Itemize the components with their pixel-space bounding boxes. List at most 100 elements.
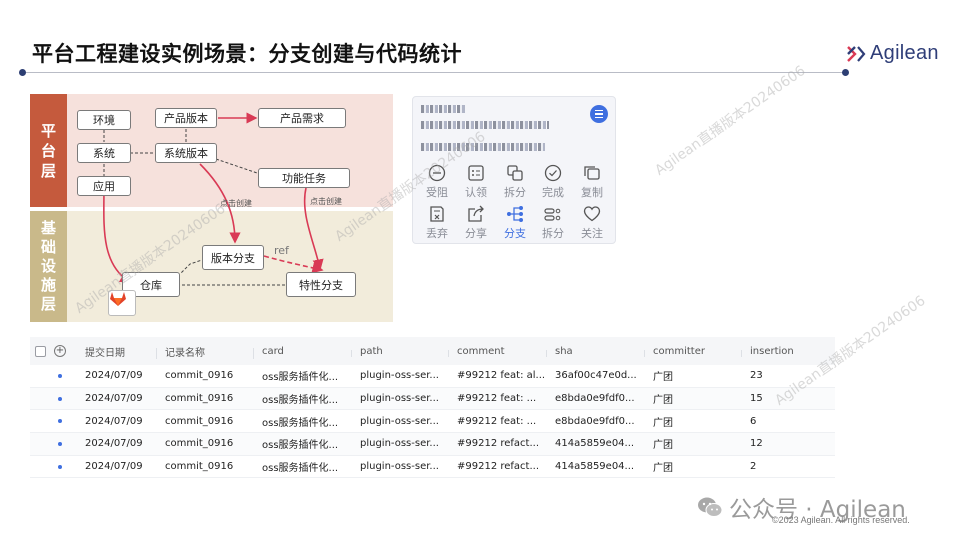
table-cell: 2024/07/09	[85, 370, 143, 382]
claim-icon	[468, 165, 484, 181]
table-cell: 36af00c47e0d...	[555, 370, 637, 382]
row-status-dot	[30, 373, 77, 378]
table-cell: oss服务插件化...	[262, 440, 339, 452]
action-branch[interactable]: 分支	[497, 205, 533, 241]
divider-dot-right	[842, 69, 849, 76]
wechat-icon	[698, 497, 723, 517]
action-follow[interactable]: 关注	[574, 205, 610, 241]
action-claim[interactable]: 认领	[458, 164, 494, 200]
blurred-text	[421, 121, 549, 129]
table-cell: 6	[750, 415, 757, 427]
action-share[interactable]: 分享	[458, 205, 494, 241]
table-row[interactable]: 2024/07/09 commit_0916 oss服务插件化... plugin-o…	[30, 387, 835, 411]
split-icon	[507, 165, 523, 181]
copyright-text: ©2023 Agilean. All rights reserved.	[772, 515, 910, 525]
table-cell: #99212 refact...	[457, 438, 540, 450]
table-row[interactable]: 2024/07/09 commit_0916 oss服务插件化... plugin-o…	[30, 433, 835, 456]
table-row[interactable]: 2024/07/09 commit_0916 oss服务插件化... plugin-o…	[30, 365, 835, 388]
row-status-dot	[30, 419, 77, 424]
table-cell: 广团	[653, 372, 673, 384]
column-header[interactable]: comment	[449, 346, 547, 357]
heart-icon	[583, 206, 601, 222]
check-circle-icon	[544, 164, 562, 182]
action-split[interactable]: 拆分	[497, 164, 533, 200]
node-feature-task: 功能任务	[258, 168, 350, 188]
action-split-alt[interactable]: 拆分	[535, 205, 571, 241]
commit-table: + 提交日期 记录名称 card path comment sha commit…	[30, 337, 835, 479]
table-header: + 提交日期 记录名称 card path comment sha commit…	[30, 337, 835, 365]
table-cell: #99212 feat: ...	[457, 393, 537, 405]
table-cell: commit_0916	[165, 393, 234, 405]
column-header[interactable]: card	[254, 346, 352, 357]
table-cell: 2024/07/09	[85, 438, 143, 450]
table-cell: #99212 feat: al...	[457, 370, 546, 382]
table-cell: 414a5859e04...	[555, 438, 635, 450]
node-env: 环境	[77, 110, 131, 130]
table-cell: 2	[750, 461, 757, 473]
table-cell: commit_0916	[165, 415, 234, 427]
agilean-logo: Agilean	[846, 42, 939, 65]
node-version-branch: 版本分支	[202, 245, 264, 270]
table-cell: 2024/07/09	[85, 393, 143, 405]
column-header[interactable]: path	[352, 346, 449, 357]
table-cell: 广团	[653, 395, 673, 407]
node-system: 系统	[77, 143, 131, 163]
table-cell: e8bda0e9fdf0...	[555, 393, 635, 405]
table-row[interactable]: 2024/07/09 commit_0916 oss服务插件化... plugin-o…	[30, 410, 835, 434]
table-cell: 广团	[653, 417, 673, 429]
table-cell: 2024/07/09	[85, 415, 143, 427]
row-status-dot	[30, 464, 77, 469]
table-cell: commit_0916	[165, 461, 234, 473]
column-header[interactable]: 提交日期	[77, 344, 157, 359]
page-title: 平台工程建设实例场景：分支创建与代码统计	[32, 42, 462, 66]
action-discard[interactable]: 丢弃	[419, 205, 455, 241]
table-cell: e8bda0e9fdf0...	[555, 415, 635, 427]
logo-text: Agilean	[870, 42, 939, 64]
node-feature-branch: 特性分支	[286, 272, 356, 297]
table-cell: oss服务插件化...	[262, 372, 339, 384]
table-cell: oss服务插件化...	[262, 463, 339, 475]
discard-icon	[430, 206, 444, 222]
table-cell: 12	[750, 438, 763, 450]
table-cell: plugin-oss-ser...	[360, 438, 439, 450]
table-cell: #99212 feat: ...	[457, 415, 537, 427]
table-cell: 2024/07/09	[85, 461, 143, 473]
add-column-icon[interactable]: +	[52, 345, 77, 357]
table-cell: oss服务插件化...	[262, 395, 339, 407]
menu-icon[interactable]	[590, 105, 608, 123]
table-body: 2024/07/09 commit_0916 oss服务插件化... plugin-o…	[30, 365, 835, 479]
split-alt-icon	[544, 208, 561, 221]
edge-label-ref: ref	[274, 244, 289, 257]
node-app: 应用	[77, 176, 131, 196]
table-cell: oss服务插件化...	[262, 417, 339, 429]
table-cell: #99212 refact...	[457, 461, 540, 473]
branch-icon	[507, 206, 523, 222]
table-row[interactable]: 2024/07/09 commit_0916 oss服务插件化... plugin-o…	[30, 456, 835, 479]
column-header[interactable]: 记录名称	[157, 344, 254, 359]
node-product-version: 产品版本	[155, 108, 217, 128]
blurred-text	[421, 105, 465, 113]
select-all-checkbox[interactable]	[30, 345, 52, 357]
table-cell: commit_0916	[165, 438, 234, 450]
column-header[interactable]: sha	[547, 346, 645, 357]
title-divider	[22, 72, 846, 73]
edge-label-click-create-right: 点击创建	[310, 197, 342, 206]
column-header[interactable]: committer	[645, 346, 742, 357]
divider-dot-left	[19, 69, 26, 76]
table-cell: 广团	[653, 440, 673, 452]
table-cell: 广团	[653, 463, 673, 475]
action-copy[interactable]: 复制	[574, 164, 610, 200]
table-cell: plugin-oss-ser...	[360, 370, 439, 382]
table-cell: commit_0916	[165, 370, 234, 382]
column-header[interactable]: insertion	[742, 346, 835, 357]
share-icon	[468, 205, 484, 222]
row-status-dot	[30, 441, 77, 446]
agilean-logo-icon	[847, 45, 866, 62]
node-product-requirement: 产品需求	[258, 108, 346, 128]
copy-icon	[584, 166, 600, 180]
row-status-dot	[30, 396, 77, 401]
table-cell: plugin-oss-ser...	[360, 415, 439, 427]
table-cell: plugin-oss-ser...	[360, 461, 439, 473]
action-complete[interactable]: 完成	[535, 164, 571, 200]
table-cell: 414a5859e04...	[555, 461, 635, 473]
